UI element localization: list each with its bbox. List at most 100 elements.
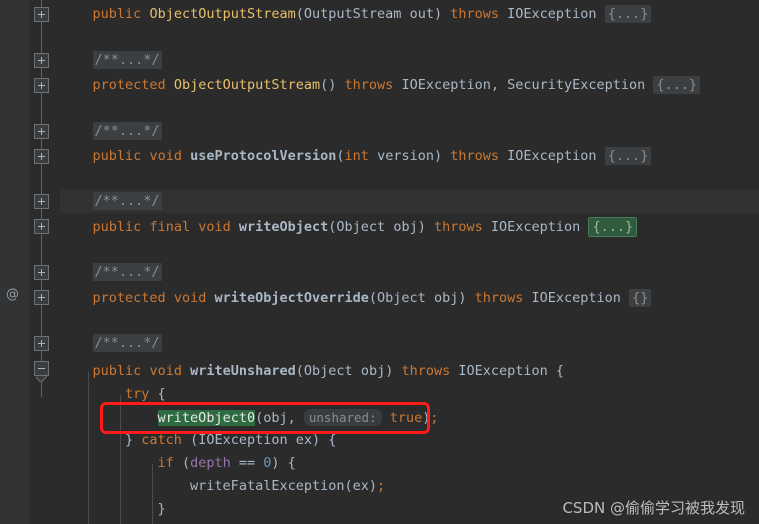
line-write-unshared[interactable]: public void writeUnshared(Object obj) th… [60,360,565,383]
line-write-object[interactable]: public final void writeObject(Object obj… [60,216,638,239]
line-javadoc-fold-4[interactable]: /**...*/ [60,261,162,284]
code-token: catch [141,432,182,448]
annotation-at-icon[interactable]: @ [6,288,19,302]
line-write-fatal-exception[interactable]: writeFatalException(ex); [60,475,385,498]
line-constructor-protected[interactable]: protected ObjectOutputStream() throws IO… [60,74,701,97]
code-token: writeObjectOverride [214,290,369,306]
code-token: } [157,501,166,517]
code-token: writeObject [238,219,329,235]
code-token: void [198,219,231,235]
code-token: ( [368,290,378,306]
code-token: protected [92,290,166,306]
code-token: ObjectOutputStream [173,77,321,93]
folded-code-block: {...} [653,76,701,94]
code-token: throws [433,219,483,235]
editor-gutter[interactable] [0,0,30,524]
code-token: final [149,219,191,235]
line-write-object0-call[interactable]: writeObject0(obj, unshared: true); [60,406,439,429]
code-token: } [125,432,142,448]
code-token: IOException [507,6,597,22]
line-javadoc-fold-2[interactable]: /**...*/ [60,120,162,143]
folded-code-block: {...} [604,5,652,23]
fold-expand-icon[interactable] [34,219,49,234]
code-token: ; [430,410,439,426]
code-token: Object [377,290,426,306]
fold-expand-icon[interactable] [34,265,49,280]
code-token: throws [344,77,394,93]
code-token: ) { [271,455,296,471]
code-token: (obj, [255,410,304,426]
fold-expand-icon[interactable] [34,7,49,22]
folded-javadoc: /**...*/ [92,334,162,352]
line-try[interactable]: try { [60,383,166,406]
line-write-object-override[interactable]: protected void writeObjectOverride(Objec… [60,287,652,310]
code-token: useProtocolVersion [190,148,337,164]
code-surface[interactable]: public ObjectOutputStream(OutputStream o… [60,0,759,524]
code-token: void [173,290,207,306]
code-token: ( [173,455,191,471]
line-catch[interactable]: } catch (IOException ex) { [60,429,336,452]
code-token: Object [336,219,386,235]
line-use-protocol-version[interactable]: public void useProtocolVersion(int versi… [60,145,652,168]
code-token: IOException [401,77,491,93]
code-token: void [149,363,182,379]
fold-expand-icon[interactable] [34,53,49,68]
fold-expand-icon[interactable] [34,149,49,164]
watermark-text: CSDN @偷偷学习被我发现 [562,499,745,517]
fold-expand-icon[interactable] [34,78,49,93]
line-close-brace[interactable]: } [60,498,166,521]
fold-expand-icon[interactable] [34,194,49,209]
code-token: public [92,363,142,379]
code-token: IOException [507,148,597,164]
code-token: { [149,386,166,402]
code-token: ; [377,478,386,494]
fold-expand-icon[interactable] [34,290,49,305]
line-javadoc-fold-3[interactable]: /**...*/ [60,190,162,213]
code-token: void [149,148,182,164]
line-javadoc-fold-5[interactable]: /**...*/ [60,332,162,355]
code-token: writeUnshared [190,363,296,379]
line-javadoc-fold-1[interactable]: /**...*/ [60,49,162,72]
current-line-highlight [60,190,759,213]
line-constructor-public[interactable]: public ObjectOutputStream(OutputStream o… [60,3,652,26]
fold-expand-icon[interactable] [34,336,49,351]
code-token: int [344,148,369,164]
folded-code-block: {...} [588,217,638,237]
code-token: (ex) [344,478,377,494]
folded-javadoc: /**...*/ [92,263,162,281]
code-token: == [230,455,264,471]
fold-expand-icon[interactable] [34,124,49,139]
code-token: ex) { [287,432,337,448]
code-token: throws [474,290,524,306]
line-if-depth[interactable]: if (depth == 0) { [60,452,296,475]
code-token: ( [295,363,304,379]
code-token: IOException [458,363,548,379]
folded-code-block: {} [629,289,652,307]
code-token: ( [181,432,199,448]
fold-region-end-arrow-icon [36,376,47,382]
fold-collapse-icon[interactable] [34,361,49,376]
code-token: throws [450,6,499,22]
